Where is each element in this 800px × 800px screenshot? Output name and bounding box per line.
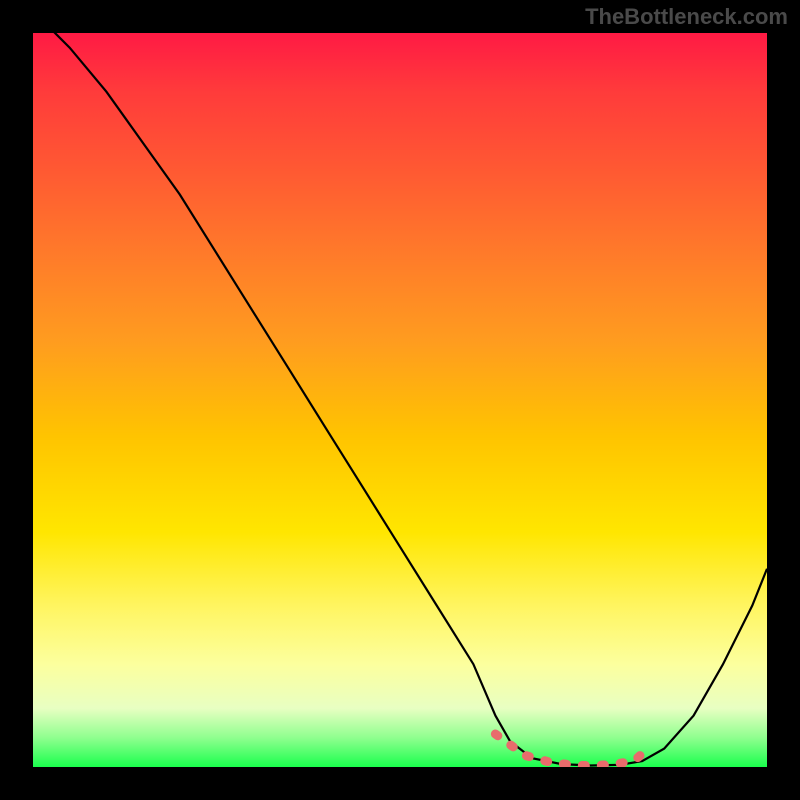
trough-marker-band — [495, 734, 649, 766]
watermark-text: TheBottleneck.com — [585, 4, 788, 30]
chart-svg — [33, 33, 767, 767]
plot-area — [33, 33, 767, 767]
bottleneck-curve-line — [33, 33, 767, 766]
